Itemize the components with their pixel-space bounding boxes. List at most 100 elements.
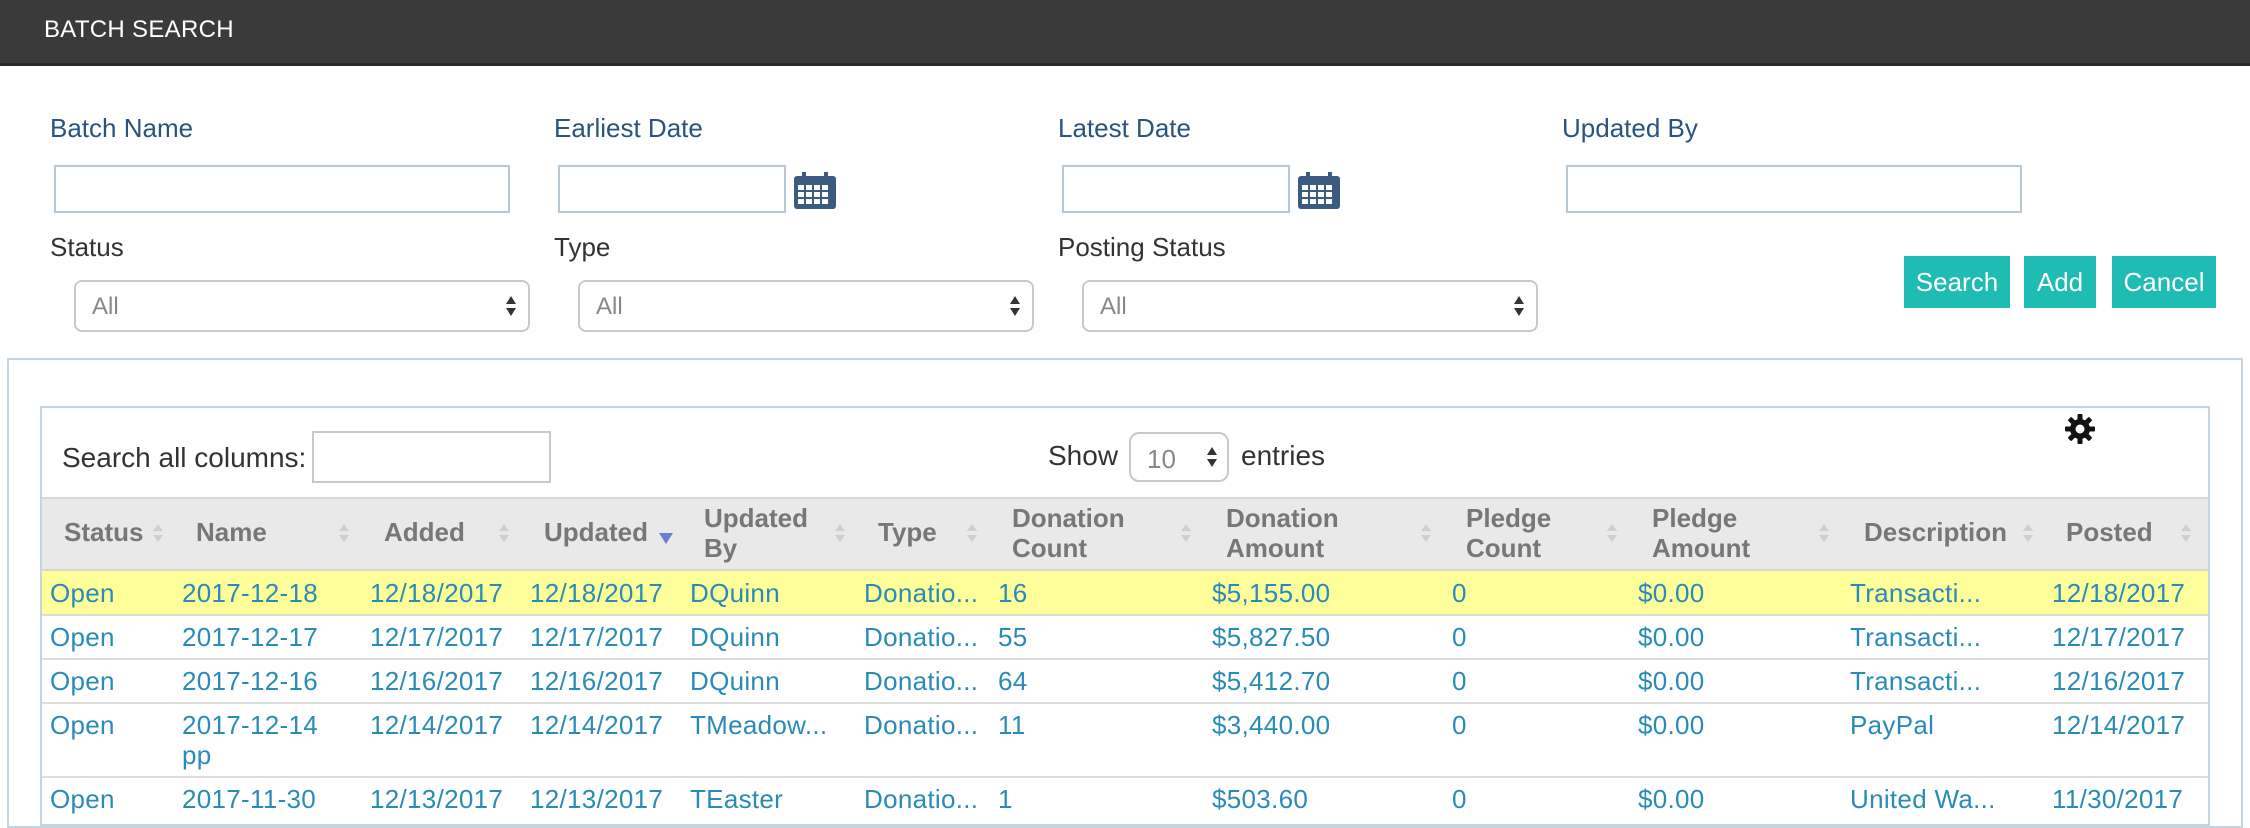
cell-added[interactable]: 12/14/2017: [370, 710, 503, 740]
cell-pledge-count[interactable]: 0: [1452, 666, 1467, 696]
cell-name-continued[interactable]: pp: [182, 740, 212, 770]
cell-description[interactable]: Transacti...: [1850, 578, 1981, 608]
cell-updated[interactable]: 12/18/2017: [530, 578, 663, 608]
cell-status[interactable]: Open: [50, 784, 115, 814]
select-arrows-icon: [506, 296, 516, 316]
cell-donation-amount[interactable]: $5,827.50: [1212, 622, 1330, 652]
cell-posted[interactable]: 12/17/2017: [2052, 622, 2185, 652]
select-arrows-icon: [1514, 296, 1524, 316]
cell-pledge-amount[interactable]: $0.00: [1638, 784, 1705, 814]
col-pledge-count-line2: Count: [1466, 533, 1542, 563]
cell-name[interactable]: 2017-12-17: [182, 622, 318, 652]
col-pledge-count-line1: Pledge: [1466, 503, 1552, 533]
cell-donation-count[interactable]: 55: [998, 622, 1028, 652]
cell-added[interactable]: 12/13/2017: [370, 784, 503, 814]
cell-type[interactable]: Donatio...: [864, 784, 978, 814]
cell-donation-count[interactable]: 1: [998, 784, 1013, 814]
cell-name[interactable]: 2017-12-18: [182, 578, 318, 608]
status-select[interactable]: All: [74, 280, 530, 332]
cell-added[interactable]: 12/16/2017: [370, 666, 503, 696]
type-select-value: All: [596, 293, 623, 320]
cell-donation-amount[interactable]: $503.60: [1212, 784, 1308, 814]
cell-posted[interactable]: 12/14/2017: [2052, 710, 2185, 740]
cell-donation-amount[interactable]: $3,440.00: [1212, 710, 1330, 740]
sort-icon: [153, 524, 163, 542]
calendar-icon[interactable]: [1297, 172, 1341, 210]
cell-pledge-count[interactable]: 0: [1452, 622, 1467, 652]
col-donation-count[interactable]: Donation Count: [1012, 503, 1125, 563]
cell-name[interactable]: 2017-12-16: [182, 666, 318, 696]
cell-added[interactable]: 12/18/2017: [370, 578, 503, 608]
cell-status[interactable]: Open: [50, 666, 115, 696]
col-updated[interactable]: Updated: [544, 517, 648, 547]
cell-updated-by[interactable]: DQuinn: [690, 578, 780, 608]
cell-updated-by[interactable]: DQuinn: [690, 622, 780, 652]
cell-status[interactable]: Open: [50, 578, 115, 608]
cell-updated-by[interactable]: DQuinn: [690, 666, 780, 696]
col-posted[interactable]: Posted: [2066, 517, 2153, 547]
cell-updated[interactable]: 12/13/2017: [530, 784, 663, 814]
calendar-icon[interactable]: [793, 172, 837, 210]
cell-type[interactable]: Donatio...: [864, 710, 978, 740]
cell-status[interactable]: Open: [50, 710, 115, 740]
cell-name[interactable]: 2017-12-14: [182, 710, 318, 740]
cell-name[interactable]: 2017-11-30: [182, 784, 316, 814]
col-donation-count-line2: Count: [1012, 533, 1088, 563]
search-button[interactable]: Search: [1904, 256, 2010, 308]
add-button[interactable]: Add: [2024, 256, 2096, 308]
col-name[interactable]: Name: [196, 517, 267, 547]
col-updated-by[interactable]: Updated By: [704, 503, 808, 563]
cell-posted[interactable]: 11/30/2017: [2052, 784, 2183, 814]
cell-updated-by[interactable]: TMeadow...: [690, 710, 827, 740]
cell-description[interactable]: Transacti...: [1850, 666, 1981, 696]
col-description[interactable]: Description: [1864, 517, 2007, 547]
cell-pledge-count[interactable]: 0: [1452, 578, 1467, 608]
cell-updated[interactable]: 12/16/2017: [530, 666, 663, 696]
updated-by-input[interactable]: [1566, 165, 2022, 213]
posting-status-select[interactable]: All: [1082, 280, 1538, 332]
cancel-button[interactable]: Cancel: [2112, 256, 2216, 308]
cell-updated-by[interactable]: TEaster: [690, 784, 783, 814]
search-all-columns-input[interactable]: [312, 431, 551, 483]
cell-pledge-amount[interactable]: $0.00: [1638, 622, 1705, 652]
cell-updated[interactable]: 12/17/2017: [530, 622, 663, 652]
cell-type[interactable]: Donatio...: [864, 622, 978, 652]
latest-date-input[interactable]: [1062, 165, 1290, 213]
col-donation-count-line1: Donation: [1012, 503, 1125, 533]
col-pledge-count[interactable]: Pledge Count: [1466, 503, 1551, 563]
cell-pledge-count[interactable]: 0: [1452, 784, 1467, 814]
sort-icon: [967, 524, 977, 542]
cell-donation-amount[interactable]: $5,412.70: [1212, 666, 1330, 696]
cell-description[interactable]: Transacti...: [1850, 622, 1981, 652]
type-select[interactable]: All: [578, 280, 1034, 332]
cell-posted[interactable]: 12/18/2017: [2052, 578, 2185, 608]
cell-description[interactable]: PayPal: [1850, 710, 1934, 740]
cell-type[interactable]: Donatio...: [864, 666, 978, 696]
gear-icon[interactable]: [2064, 413, 2096, 445]
col-pledge-amount-line2: Amount: [1652, 533, 1751, 563]
cell-status[interactable]: Open: [50, 622, 115, 652]
cell-type[interactable]: Donatio...: [864, 578, 978, 608]
cell-pledge-amount[interactable]: $0.00: [1638, 666, 1705, 696]
cell-donation-amount[interactable]: $5,155.00: [1212, 578, 1330, 608]
sort-icon: [835, 524, 845, 542]
earliest-date-input[interactable]: [558, 165, 786, 213]
posting-status-label: Posting Status: [1058, 232, 1226, 262]
cell-donation-count[interactable]: 16: [998, 578, 1028, 608]
col-pledge-amount[interactable]: Pledge Amount: [1652, 503, 1750, 563]
cell-added[interactable]: 12/17/2017: [370, 622, 503, 652]
col-status[interactable]: Status: [64, 517, 143, 547]
cell-pledge-amount[interactable]: $0.00: [1638, 710, 1705, 740]
col-added[interactable]: Added: [384, 517, 465, 547]
col-type[interactable]: Type: [878, 517, 937, 547]
cell-donation-count[interactable]: 11: [998, 710, 1026, 740]
cell-donation-count[interactable]: 64: [998, 666, 1028, 696]
page-length-select[interactable]: 10: [1129, 432, 1229, 482]
cell-pledge-amount[interactable]: $0.00: [1638, 578, 1705, 608]
cell-posted[interactable]: 12/16/2017: [2052, 666, 2185, 696]
cell-description[interactable]: United Wa...: [1850, 784, 1996, 814]
cell-pledge-count[interactable]: 0: [1452, 710, 1467, 740]
batch-name-input[interactable]: [54, 165, 510, 213]
cell-updated[interactable]: 12/14/2017: [530, 710, 663, 740]
col-donation-amount[interactable]: Donation Amount: [1226, 503, 1339, 563]
